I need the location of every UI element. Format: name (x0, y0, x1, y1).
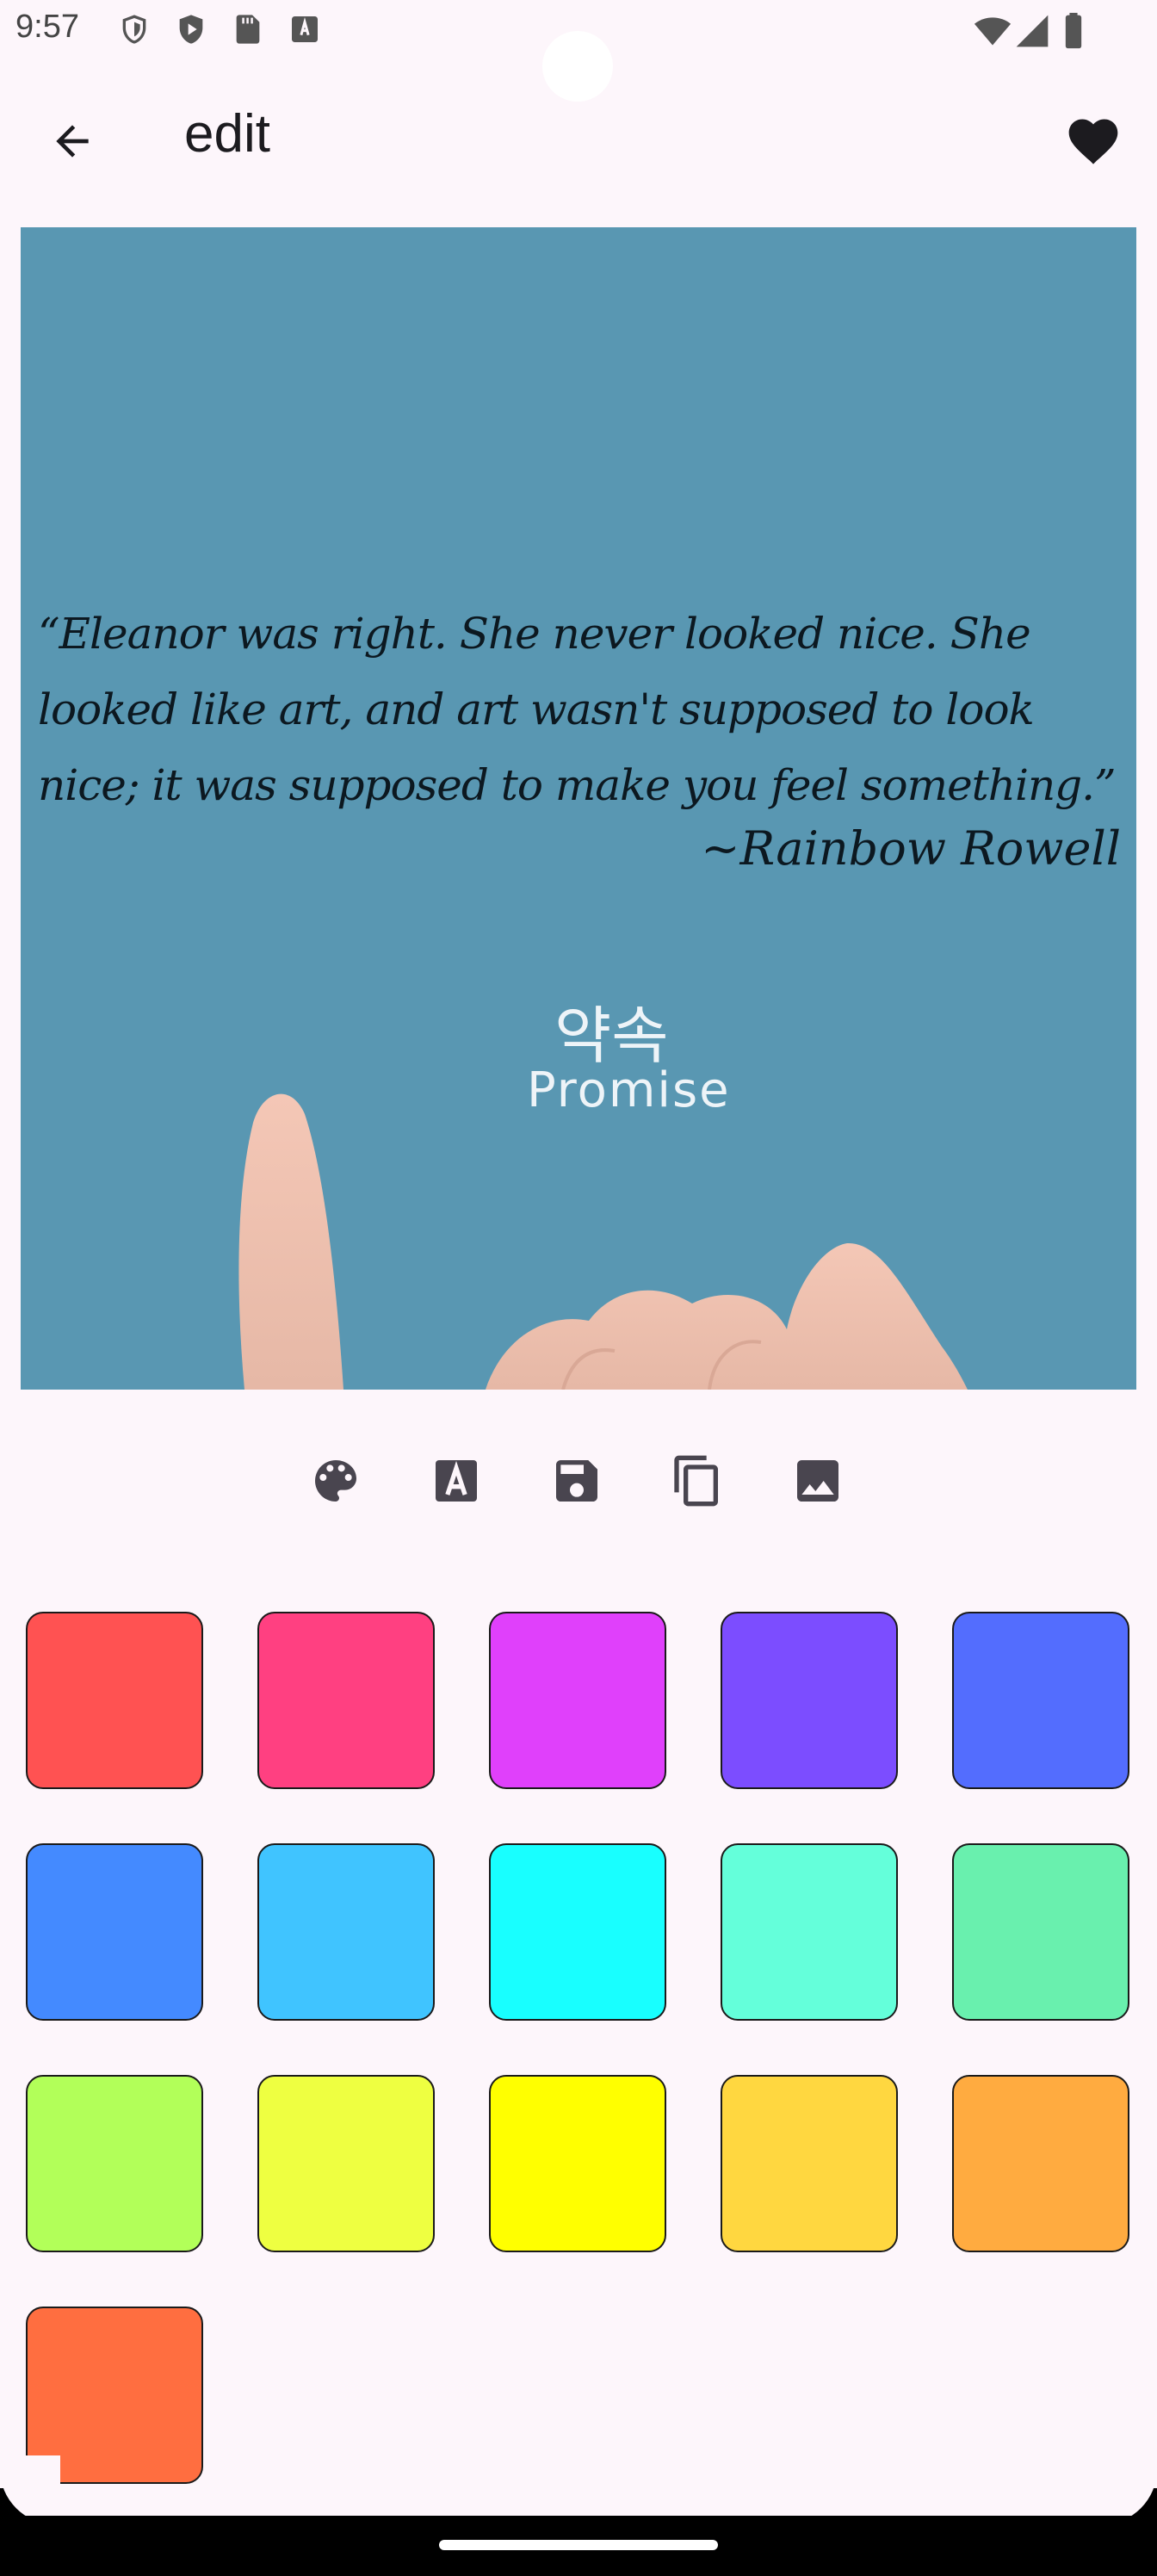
home-handle[interactable] (439, 2540, 718, 2550)
color-swatch[interactable] (952, 1612, 1129, 1789)
color-tool-button[interactable] (293, 1438, 379, 1524)
quote-text: “Eleanor was right. She never looked nic… (38, 609, 1117, 810)
color-swatch[interactable] (721, 1843, 898, 2021)
save-tool-button[interactable] (534, 1438, 620, 1524)
arrow-back-icon (56, 125, 89, 158)
color-swatch[interactable] (489, 1843, 666, 2021)
wifi-icon (974, 17, 1012, 46)
font-icon (292, 16, 318, 42)
quote-image[interactable]: “Eleanor was right. She never looked nic… (21, 227, 1136, 1390)
back-button[interactable] (36, 105, 108, 177)
color-swatch[interactable] (952, 2075, 1129, 2252)
background-image-tool-button[interactable] (775, 1438, 861, 1524)
heart-icon (1068, 119, 1118, 164)
app-bar: edit (0, 86, 1157, 183)
palette-icon (315, 1460, 356, 1502)
page-title: edit (184, 104, 270, 164)
image-icon (797, 1460, 838, 1502)
font-tool-button[interactable] (413, 1438, 499, 1524)
color-swatch[interactable] (257, 1612, 435, 1789)
quote-author: ~Rainbow Rowell (701, 821, 1121, 876)
color-swatch[interactable] (257, 2075, 435, 2252)
color-swatch[interactable] (489, 1612, 666, 1789)
color-swatch[interactable] (26, 1843, 203, 2021)
color-swatch[interactable] (952, 1843, 1129, 2021)
color-swatch[interactable] (257, 1843, 435, 2021)
text-format-icon (436, 1460, 477, 1502)
color-swatch[interactable] (721, 1612, 898, 1789)
edit-toolbar (293, 1438, 861, 1524)
play-protect-icon (179, 15, 203, 44)
status-time: 9:57 (15, 9, 79, 45)
color-swatch[interactable] (26, 2075, 203, 2252)
save-icon (556, 1460, 597, 1502)
favorite-button[interactable] (1057, 105, 1129, 177)
copy-icon (674, 1455, 718, 1507)
color-swatch[interactable] (489, 2075, 666, 2252)
color-swatch[interactable] (721, 2075, 898, 2252)
watermark-english: Promise (527, 1062, 731, 1118)
sd-card-icon (236, 15, 260, 44)
battery-icon (1065, 12, 1082, 49)
color-swatch[interactable] (26, 1612, 203, 1789)
signal-icon (1016, 15, 1049, 47)
copy-tool-button[interactable] (654, 1438, 740, 1524)
shield-icon (122, 15, 146, 44)
